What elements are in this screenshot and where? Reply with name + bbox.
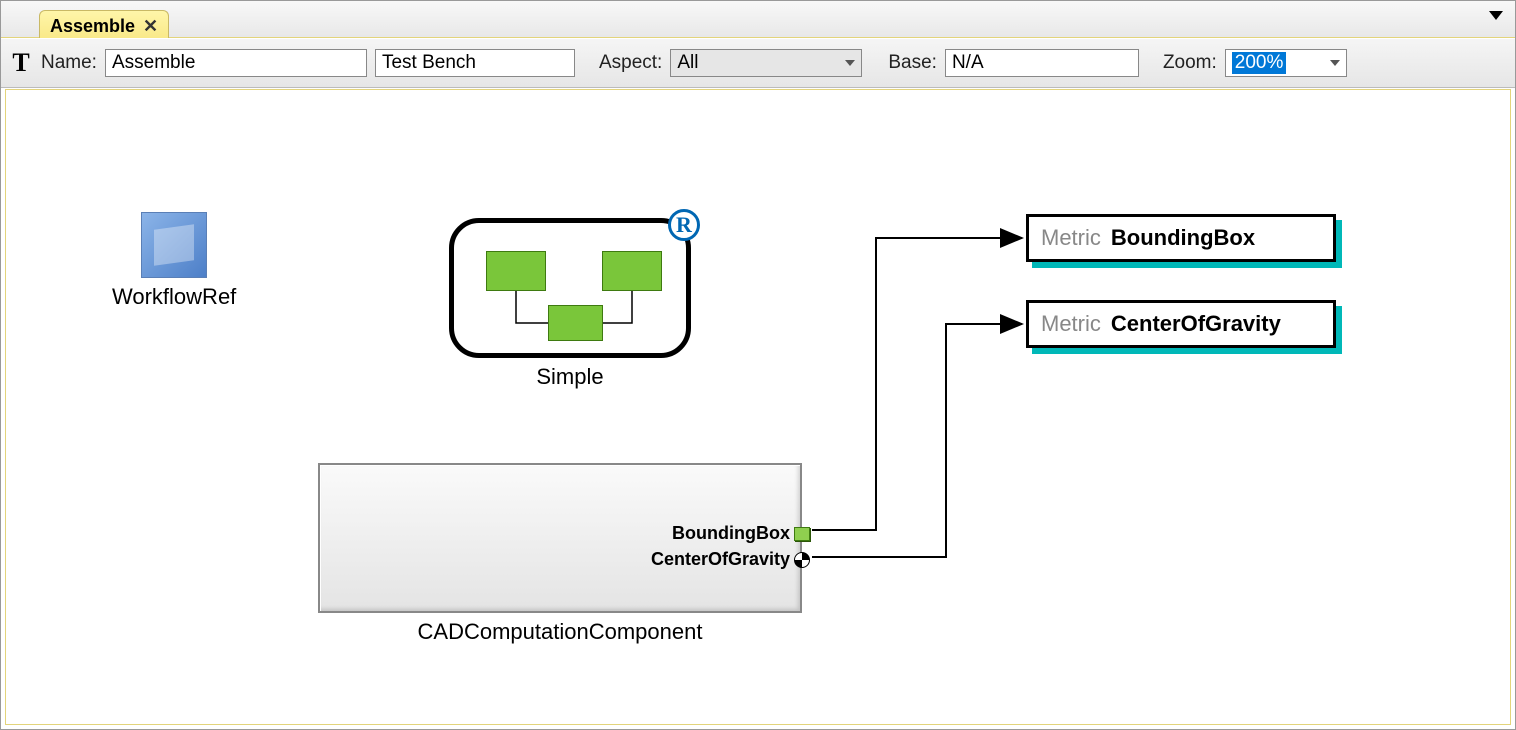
chevron-down-icon	[1330, 60, 1340, 66]
type-input[interactable]	[375, 49, 575, 77]
zoom-dropdown[interactable]: 200%	[1225, 49, 1347, 77]
box-icon	[794, 527, 810, 541]
toolbar: T Name: Aspect: All Base: Zoom: 200%	[1, 38, 1515, 88]
metric-bb-name: BoundingBox	[1111, 225, 1255, 251]
tab-bar: Assemble ✕	[1, 1, 1515, 38]
app-window: Assemble ✕ T Name: Aspect: All Base: Zoo…	[0, 0, 1516, 730]
metric-boundingbox[interactable]: Metric BoundingBox	[1026, 214, 1336, 262]
tab-title: Assemble	[50, 16, 135, 37]
cadcomputation-label: CADComputationComponent	[318, 619, 802, 645]
port-cog-label: CenterOfGravity	[651, 549, 790, 570]
base-input[interactable]	[945, 49, 1139, 77]
dropdown-menu-icon[interactable]	[1489, 11, 1503, 20]
workflowref-label: WorkflowRef	[112, 284, 236, 310]
simple-label: Simple	[449, 364, 691, 390]
comp-box: BoundingBox CenterOfGravity	[318, 463, 802, 613]
aspect-dropdown[interactable]: All	[670, 49, 862, 77]
node-cadcomputation[interactable]: BoundingBox CenterOfGravity CADComputati…	[318, 463, 802, 645]
close-icon[interactable]: ✕	[143, 16, 158, 37]
tab-assemble[interactable]: Assemble ✕	[39, 10, 169, 38]
name-input[interactable]	[105, 49, 367, 77]
name-label: Name:	[41, 52, 97, 74]
simple-box: R	[449, 218, 691, 358]
aspect-label: Aspect:	[599, 52, 662, 74]
diagram-canvas[interactable]: WorkflowRef R Simple BoundingBox	[5, 89, 1511, 725]
port-boundingbox[interactable]: BoundingBox	[672, 523, 810, 544]
workflow-icon	[141, 212, 207, 278]
metric-prefix: Metric	[1041, 311, 1101, 337]
node-simple[interactable]: R Simple	[449, 218, 691, 390]
node-workflowref[interactable]: WorkflowRef	[112, 212, 236, 310]
metric-cog-name: CenterOfGravity	[1111, 311, 1281, 337]
port-bb-label: BoundingBox	[672, 523, 790, 544]
metric-centerofgravity[interactable]: Metric CenterOfGravity	[1026, 300, 1336, 348]
metric-prefix: Metric	[1041, 225, 1101, 251]
type-icon: T	[9, 48, 33, 78]
chevron-down-icon	[845, 60, 855, 66]
base-label: Base:	[888, 52, 937, 74]
zoom-label: Zoom:	[1163, 52, 1217, 74]
zoom-value: 200%	[1232, 52, 1287, 74]
aspect-value: All	[677, 52, 698, 74]
port-centerofgravity[interactable]: CenterOfGravity	[651, 549, 810, 570]
target-icon	[794, 552, 810, 568]
simple-internal-wires	[454, 223, 686, 353]
